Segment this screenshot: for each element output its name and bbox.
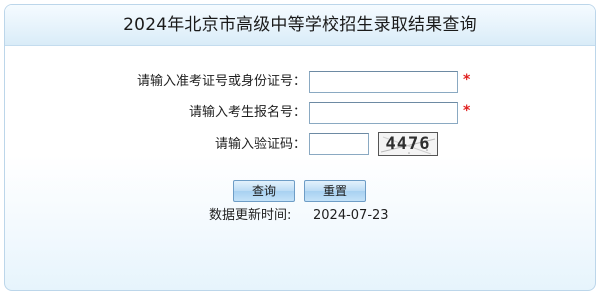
captcha-image[interactable]: 4476 (378, 132, 438, 156)
registration-number-required-mark: * (463, 103, 471, 119)
captcha-input[interactable] (309, 133, 369, 155)
update-time-value: 2024-07-23 (313, 208, 389, 223)
page-title: 2024年北京市高级中等学校招生录取结果查询 (123, 15, 477, 35)
reset-button[interactable]: 重置 (304, 180, 366, 202)
title-bar: 2024年北京市高级中等学校招生录取结果查询 (5, 5, 595, 46)
update-time-label: 数据更新时间: (209, 208, 292, 223)
registration-number-label: 请输入考生报名号： (188, 105, 306, 120)
registration-number-input[interactable] (309, 102, 458, 124)
query-button[interactable]: 查询 (233, 180, 295, 202)
id-number-label: 请输入准考证号或身份证号： (136, 74, 306, 89)
captcha-code: 4476 (385, 134, 431, 154)
id-number-input[interactable] (309, 71, 458, 93)
id-number-required-mark: * (463, 72, 471, 88)
captcha-label: 请输入验证码： (214, 137, 306, 152)
